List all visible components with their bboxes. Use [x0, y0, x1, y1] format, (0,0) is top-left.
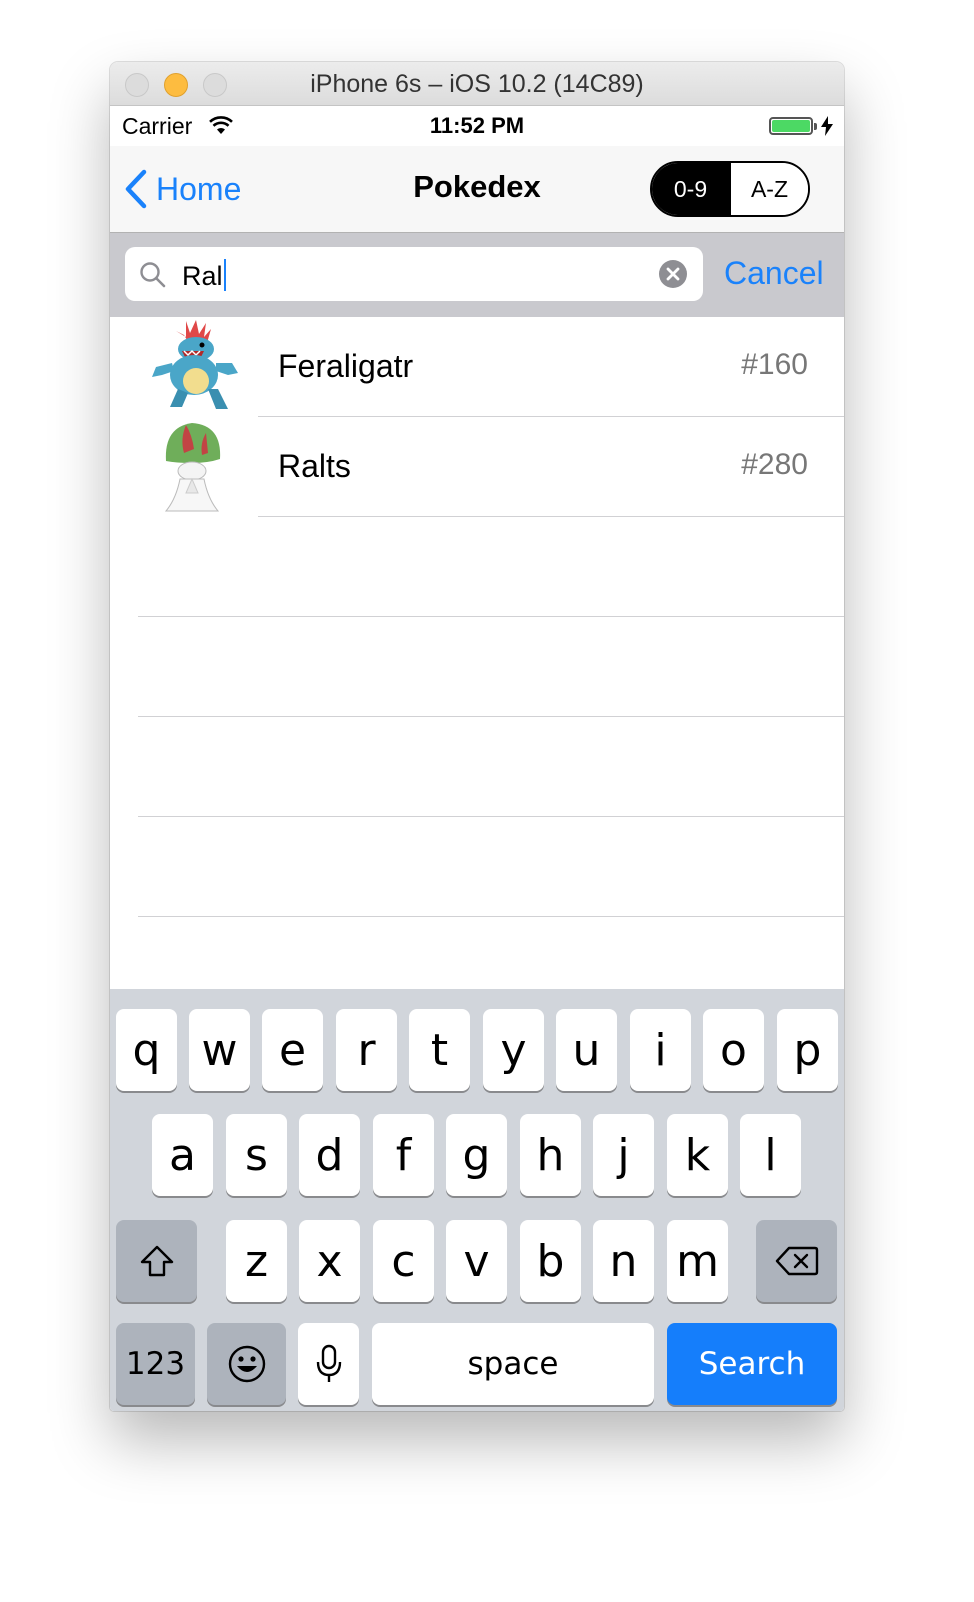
- key-c[interactable]: c: [373, 1220, 434, 1302]
- key-z[interactable]: z: [226, 1220, 287, 1302]
- key-g[interactable]: g: [446, 1114, 507, 1196]
- key-t[interactable]: t: [409, 1009, 470, 1091]
- key-e[interactable]: e: [262, 1009, 323, 1091]
- numbers-key[interactable]: 123: [116, 1323, 195, 1405]
- clear-icon[interactable]: [659, 260, 687, 288]
- key-u[interactable]: u: [556, 1009, 617, 1091]
- dictation-key[interactable]: [298, 1323, 359, 1405]
- key-k[interactable]: k: [667, 1114, 728, 1196]
- pokemon-name: Feraligatr: [278, 348, 414, 384]
- list-item[interactable]: Feraligatr #160: [110, 317, 844, 417]
- window-title: iPhone 6s – iOS 10.2 (14C89): [310, 70, 644, 98]
- empty-row-separator: [138, 716, 844, 717]
- key-b[interactable]: b: [520, 1220, 581, 1302]
- device-screen: Carrier 11:52 PM Home Pokedex 0-9 A-Z Ra…: [110, 106, 844, 1411]
- key-y[interactable]: y: [483, 1009, 544, 1091]
- key-i[interactable]: i: [630, 1009, 691, 1091]
- battery-tip: [814, 123, 817, 130]
- empty-row-separator: [138, 616, 844, 617]
- list-item[interactable]: Ralts #280: [110, 417, 844, 517]
- segment-alphabetical[interactable]: A-Z: [729, 163, 808, 215]
- key-s[interactable]: s: [226, 1114, 287, 1196]
- emoji-key[interactable]: [207, 1323, 286, 1405]
- key-q[interactable]: q: [116, 1009, 177, 1091]
- key-w[interactable]: w: [189, 1009, 250, 1091]
- pokemon-number: #160: [741, 348, 808, 381]
- feraligatr-image: [152, 320, 238, 409]
- shift-icon: [140, 1245, 173, 1277]
- simulator-window: iPhone 6s – iOS 10.2 (14C89) Carrier 11:…: [110, 62, 844, 1411]
- window-titlebar: iPhone 6s – iOS 10.2 (14C89): [110, 62, 844, 106]
- key-p[interactable]: p: [777, 1009, 838, 1091]
- key-j[interactable]: j: [593, 1114, 654, 1196]
- search-value: Ral: [182, 259, 226, 292]
- cancel-button[interactable]: Cancel: [724, 255, 824, 292]
- ralts-image: [164, 423, 221, 512]
- battery-icon: [769, 117, 813, 135]
- key-f[interactable]: f: [373, 1114, 434, 1196]
- key-r[interactable]: r: [336, 1009, 397, 1091]
- key-d[interactable]: d: [299, 1114, 360, 1196]
- key-x[interactable]: x: [299, 1220, 360, 1302]
- microphone-icon: [316, 1344, 341, 1382]
- space-key[interactable]: space: [372, 1323, 654, 1405]
- key-n[interactable]: n: [593, 1220, 654, 1302]
- search-bar: Ral Cancel: [110, 233, 844, 317]
- status-time: 11:52 PM: [429, 113, 525, 138]
- key-h[interactable]: h: [520, 1114, 581, 1196]
- search-text: Ral: [182, 261, 223, 291]
- key-l[interactable]: l: [740, 1114, 801, 1196]
- pokemon-name: Ralts: [278, 448, 351, 484]
- delete-icon: [775, 1246, 818, 1276]
- row-separator: [258, 516, 844, 517]
- results-list: Feraligatr #160 Ralts #280: [110, 317, 844, 989]
- charging-bolt-icon: [821, 116, 833, 136]
- text-caret: [223, 259, 226, 291]
- search-icon: [140, 262, 166, 288]
- delete-key[interactable]: [756, 1220, 837, 1302]
- sort-segmented-control: 0-9 A-Z: [650, 161, 810, 217]
- emoji-icon: [228, 1345, 265, 1383]
- search-return-key[interactable]: Search: [667, 1323, 837, 1405]
- empty-row-separator: [138, 916, 844, 917]
- status-bar: Carrier 11:52 PM: [110, 106, 844, 146]
- pokemon-number: #280: [741, 448, 808, 481]
- shift-key[interactable]: [116, 1220, 197, 1302]
- key-a[interactable]: a: [152, 1114, 213, 1196]
- navigation-bar: Home Pokedex 0-9 A-Z: [110, 146, 844, 233]
- segment-numeric[interactable]: 0-9: [652, 163, 729, 215]
- key-m[interactable]: m: [667, 1220, 728, 1302]
- key-o[interactable]: o: [703, 1009, 764, 1091]
- search-input[interactable]: Ral: [125, 247, 703, 301]
- keyboard: q w e r t y u i o p a s d f g h j k l z …: [110, 989, 844, 1411]
- key-v[interactable]: v: [446, 1220, 507, 1302]
- empty-row-separator: [138, 816, 844, 817]
